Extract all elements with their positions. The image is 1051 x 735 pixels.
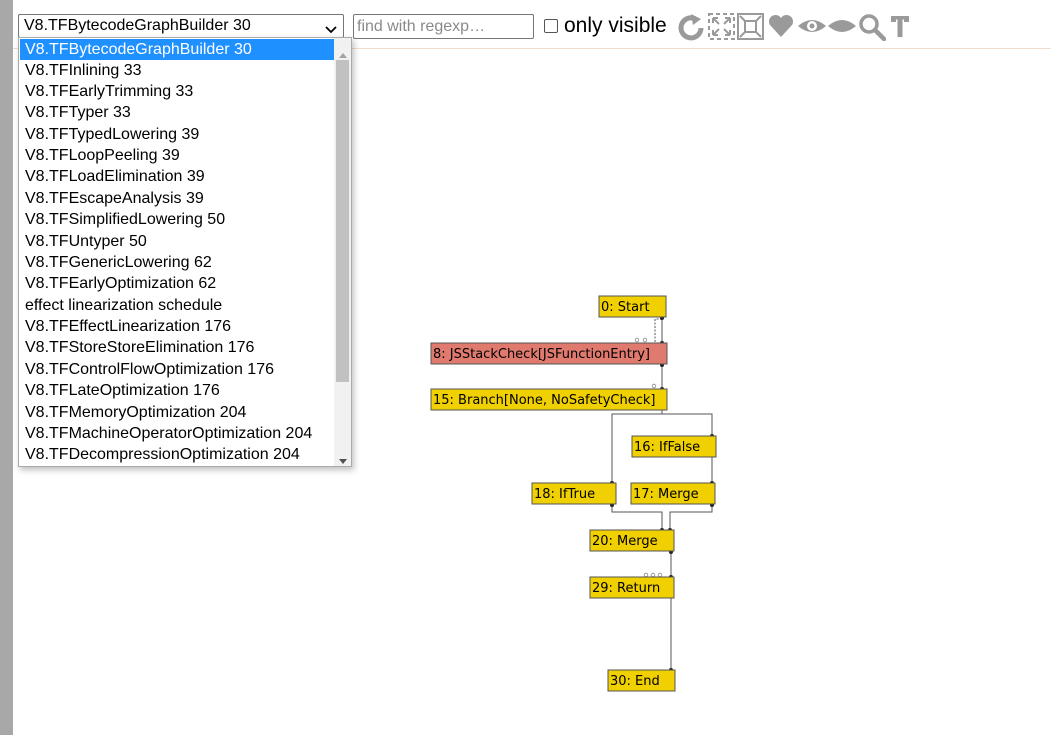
node-label: 29: Return [592, 581, 660, 596]
scroll-thumb[interactable] [336, 60, 349, 382]
phase-option[interactable]: V8.TFStoreStoreElimination 176 [20, 337, 335, 358]
edge-0-8-effect [654, 318, 662, 343]
graph-node-18[interactable]: 18: IfTrue [531, 482, 617, 505]
edge-17-20 [669, 504, 713, 530]
graph-node-0[interactable]: 0: Start [598, 295, 667, 318]
node-label: 8: JSStackCheck[JSFunctionEntry] [433, 347, 650, 362]
dropdown-scrollbar[interactable] [334, 38, 351, 466]
node-label: 15: Branch[None, NoSafetyCheck] [433, 393, 656, 408]
phase-option[interactable]: V8.TFEscapeAnalysis 39 [20, 188, 335, 209]
phase-option[interactable]: V8.TFInlining 33 [20, 60, 335, 81]
node-label: 18: IfTrue [534, 487, 595, 502]
phase-dropdown-list[interactable]: V8.TFBytecodeGraphBuilder 30 V8.TFInlini… [18, 37, 352, 467]
node-label: 30: End [610, 674, 660, 689]
edge-15-16 [661, 410, 713, 436]
phase-option[interactable]: V8.TFDecompressionOptimization 204 [20, 444, 335, 465]
phase-option[interactable]: V8.TFMachineOperatorOptimization 204 [20, 423, 335, 444]
phase-option[interactable]: V8.TFEffectLinearization 176 [20, 316, 335, 337]
node-label: 0: Start [601, 300, 650, 315]
phase-option[interactable]: V8.TFTypedLowering 39 [20, 124, 335, 145]
phase-option[interactable]: V8.TFLateOptimization 176 [20, 380, 335, 401]
phase-option[interactable]: V8.TFEarlyOptimization 62 [20, 273, 335, 294]
node-label: 20: Merge [592, 534, 658, 549]
graph-node-30[interactable]: 30: End [607, 669, 676, 692]
graph-node-8[interactable]: 8: JSStackCheck[JSFunctionEntry] [430, 342, 668, 365]
graph-node-16[interactable]: 16: IfFalse [631, 435, 717, 458]
graph-node-20[interactable]: 20: Merge [589, 529, 675, 552]
node-label: 17: Merge [633, 487, 699, 502]
phase-option[interactable]: V8.TFMemoryOptimization 204 [20, 402, 335, 423]
phase-option[interactable]: V8.TFBytecodeGraphBuilder 30 [20, 39, 335, 60]
scroll-down-arrow-icon[interactable] [339, 452, 347, 466]
phase-option[interactable]: V8.TFLoopPeeling 39 [20, 145, 335, 166]
phase-option[interactable]: V8.TFGenericLowering 62 [20, 252, 335, 273]
node-label: 16: IfFalse [634, 440, 700, 455]
phase-option[interactable]: effect linearization schedule [20, 295, 335, 316]
graph-node-29[interactable]: 29: Return [589, 576, 675, 599]
graph-node-15[interactable]: 15: Branch[None, NoSafetyCheck] [430, 388, 668, 411]
phase-option[interactable]: V8.TFUntyper 50 [20, 231, 335, 252]
graph-node-17[interactable]: 17: Merge [630, 482, 716, 505]
phase-option[interactable]: V8.TFControlFlowOptimization 176 [20, 359, 335, 380]
phase-option[interactable]: V8.TFTyper 33 [20, 102, 335, 123]
phase-option[interactable]: V8.TFLoadElimination 39 [20, 166, 335, 187]
edge-18-20 [611, 504, 663, 530]
phase-option[interactable]: V8.TFSimplifiedLowering 50 [20, 209, 335, 230]
phase-option[interactable]: V8.TFEarlyTrimming 33 [20, 81, 335, 102]
